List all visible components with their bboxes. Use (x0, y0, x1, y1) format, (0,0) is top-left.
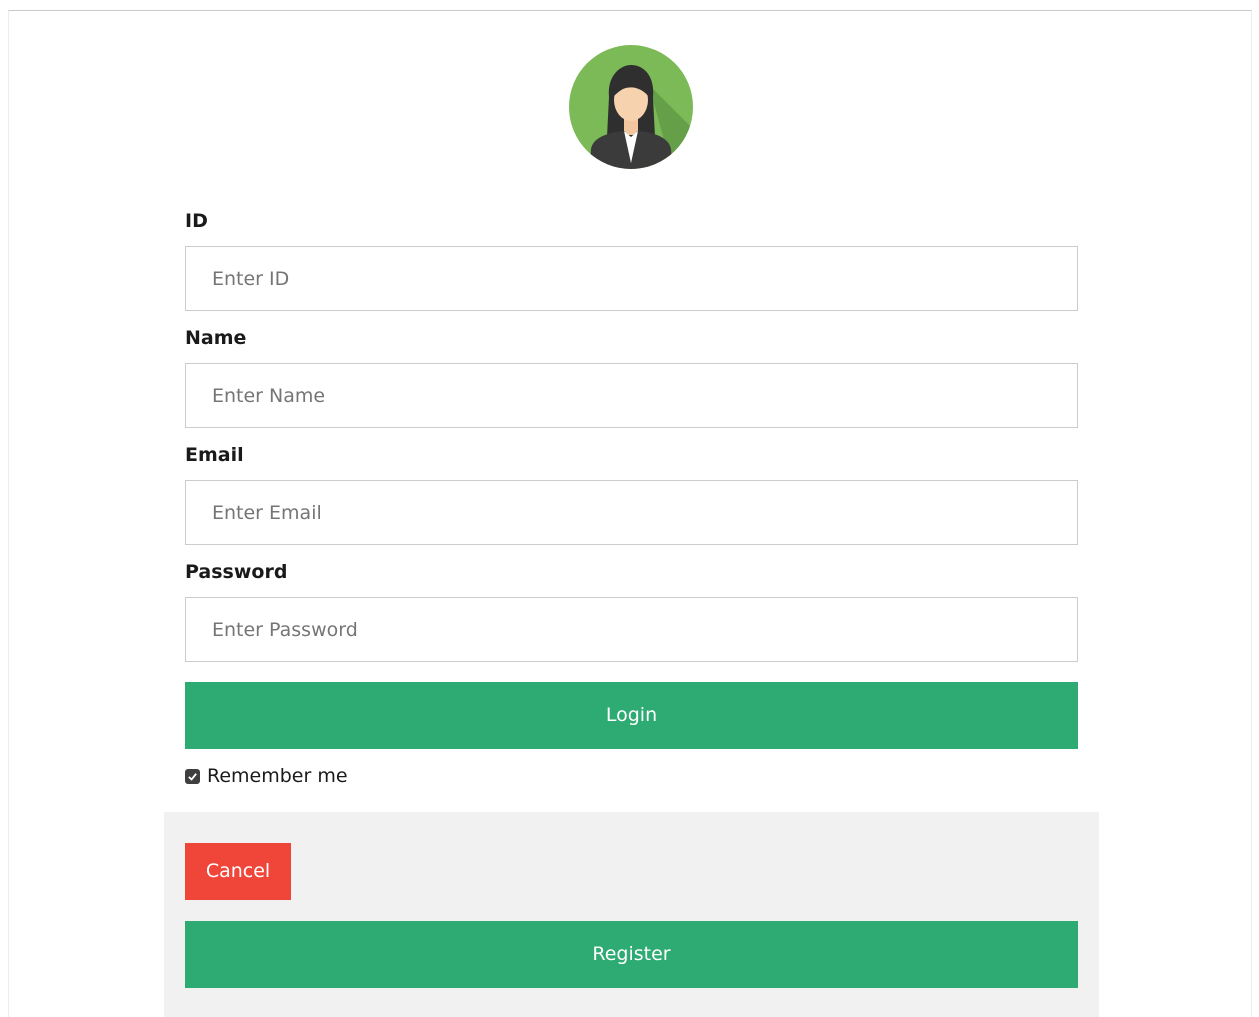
password-input[interactable] (185, 597, 1078, 662)
login-page: ID Name Email Password Login Remember me… (0, 0, 1259, 1017)
login-button[interactable]: Login (185, 682, 1078, 749)
register-button[interactable]: Register (185, 921, 1078, 988)
id-input[interactable] (185, 246, 1078, 311)
name-input[interactable] (185, 363, 1078, 428)
user-avatar-woman-icon (569, 45, 693, 169)
remember-label: Remember me (207, 765, 348, 787)
password-label: Password (185, 561, 288, 583)
avatar (569, 45, 693, 169)
cancel-button[interactable]: Cancel (185, 843, 291, 900)
email-input[interactable] (185, 480, 1078, 545)
email-label: Email (185, 444, 244, 466)
remember-me[interactable]: Remember me (185, 765, 348, 787)
checkmark-icon (188, 772, 197, 781)
name-label: Name (185, 327, 247, 349)
id-label: ID (185, 210, 208, 232)
remember-checkbox[interactable] (185, 768, 200, 784)
